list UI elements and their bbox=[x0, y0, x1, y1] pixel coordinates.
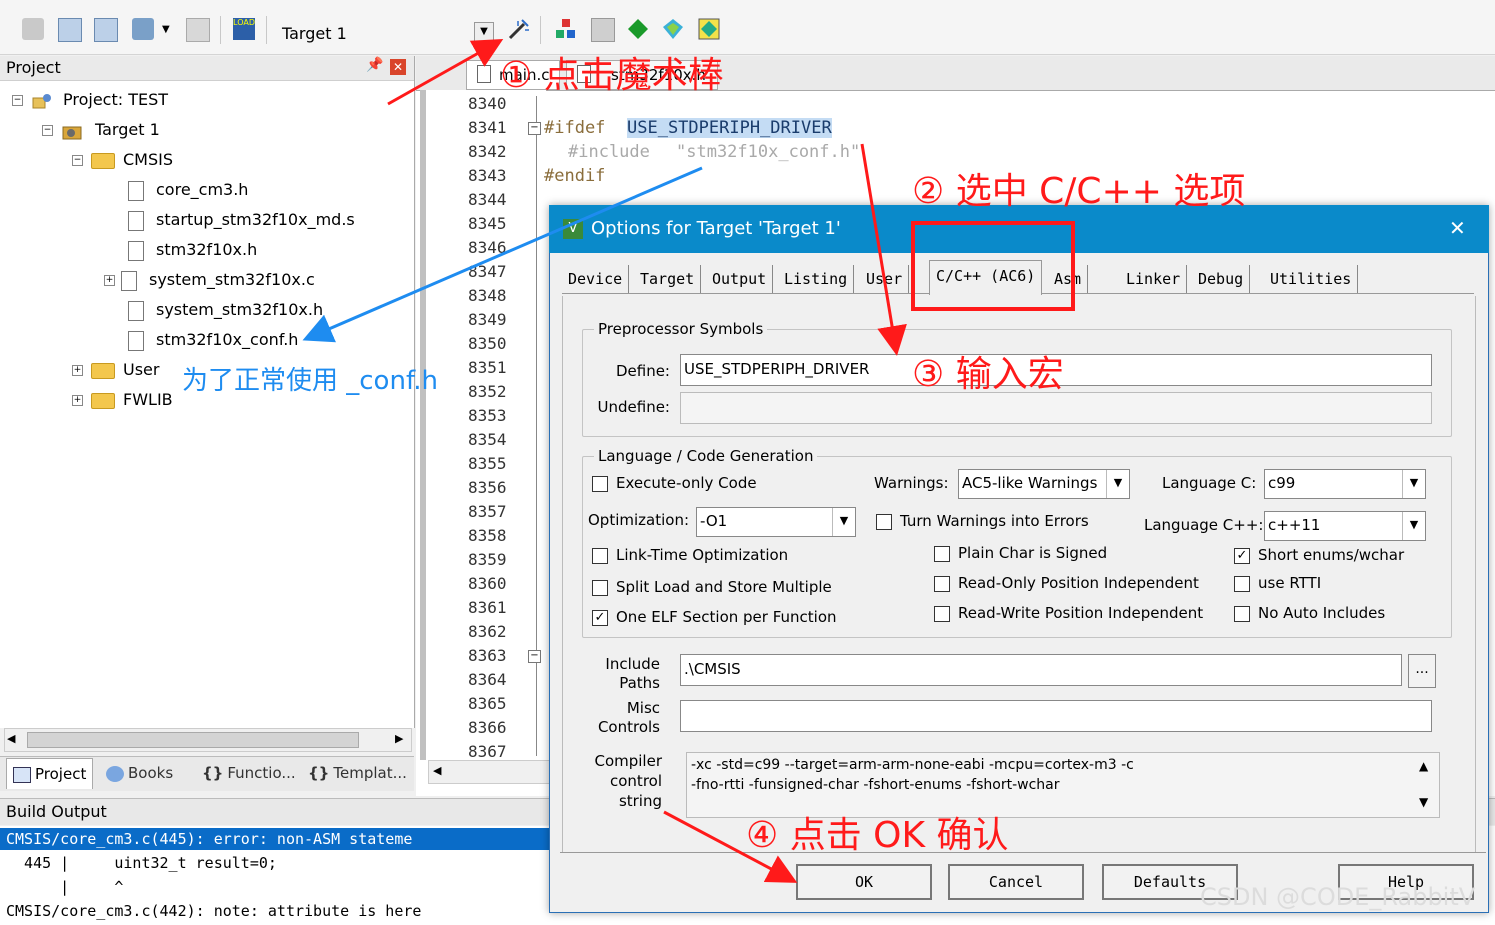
annotation-note: 为了正常使用 _conf.h bbox=[182, 366, 438, 396]
arrow-step3 bbox=[860, 143, 907, 356]
annotation-step2: ② 选中 C/C++ 选项 bbox=[912, 171, 1246, 212]
arrow-note bbox=[302, 166, 703, 343]
annotation-step4: ④ 点击 OK 确认 bbox=[746, 815, 1009, 856]
annotation-step3: ③ 输入宏 bbox=[912, 354, 1064, 395]
watermark: CSDN @CODE_RabbitV bbox=[1200, 883, 1476, 911]
highlight-box-c-tab bbox=[911, 221, 1075, 311]
annotation-overlay bbox=[302, 39, 1075, 883]
arrow-step1 bbox=[387, 39, 504, 106]
annotation-step1: ① 点击魔术棒 bbox=[500, 55, 724, 96]
